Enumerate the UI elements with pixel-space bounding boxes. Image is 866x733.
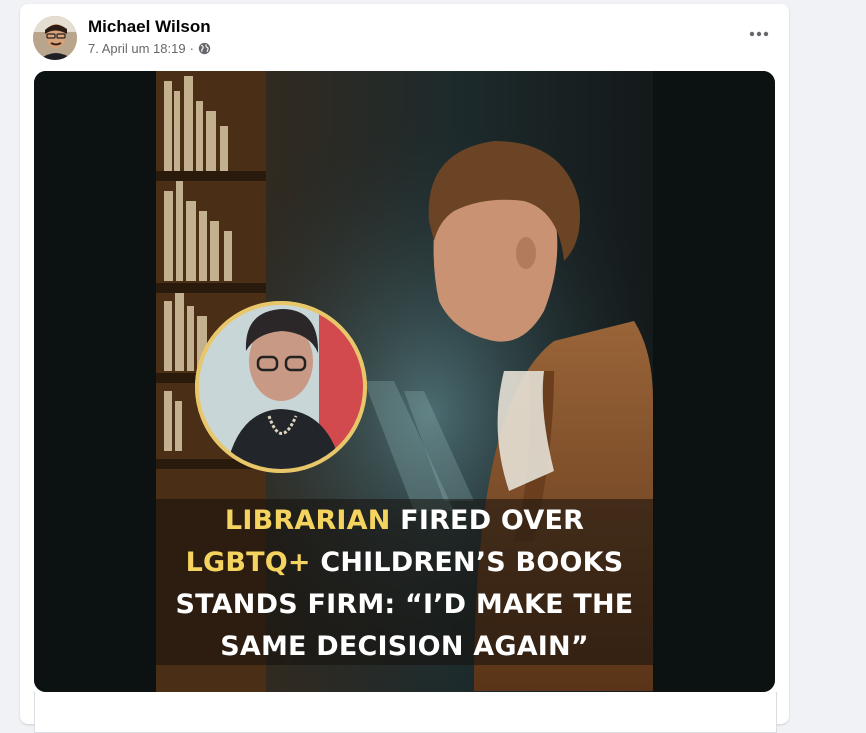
headline-overlay: LIBRARIAN FIRED OVER LGBTQ+ CHILDREN’S B… — [156, 499, 653, 665]
link-preview-card[interactable] — [34, 692, 777, 733]
more-options-icon — [749, 31, 769, 37]
author-name[interactable]: Michael Wilson — [88, 17, 211, 37]
headline-text-2: CHILDREN’S BOOKS — [310, 547, 624, 578]
headline-highlight-2: LGBTQ+ — [185, 547, 311, 578]
post-card: Michael Wilson 7. April um 18:19 · LIBRA… — [20, 4, 789, 733]
headline-text-1: FIRED OVER — [390, 505, 585, 536]
meta-separator: · — [189, 41, 194, 56]
headline-line-2: LGBTQ+ CHILDREN’S BOOKS — [156, 547, 653, 578]
post-meta: 7. April um 18:19 · — [88, 41, 211, 56]
post-timestamp[interactable]: 7. April um 18:19 — [88, 41, 186, 56]
post-image[interactable]: LIBRARIAN FIRED OVER LGBTQ+ CHILDREN’S B… — [34, 71, 775, 692]
avatar[interactable] — [33, 16, 77, 60]
headline-line-4: SAME DECISION AGAIN” — [220, 631, 589, 662]
headline-highlight-1: LIBRARIAN — [224, 505, 391, 536]
globe-icon[interactable] — [198, 42, 211, 55]
more-options-button[interactable] — [745, 24, 773, 44]
headline-line-3: STANDS FIRM: “I’D MAKE THE — [175, 589, 634, 620]
avatar-image — [33, 16, 77, 60]
headline-line-1: LIBRARIAN FIRED OVER — [156, 505, 653, 536]
